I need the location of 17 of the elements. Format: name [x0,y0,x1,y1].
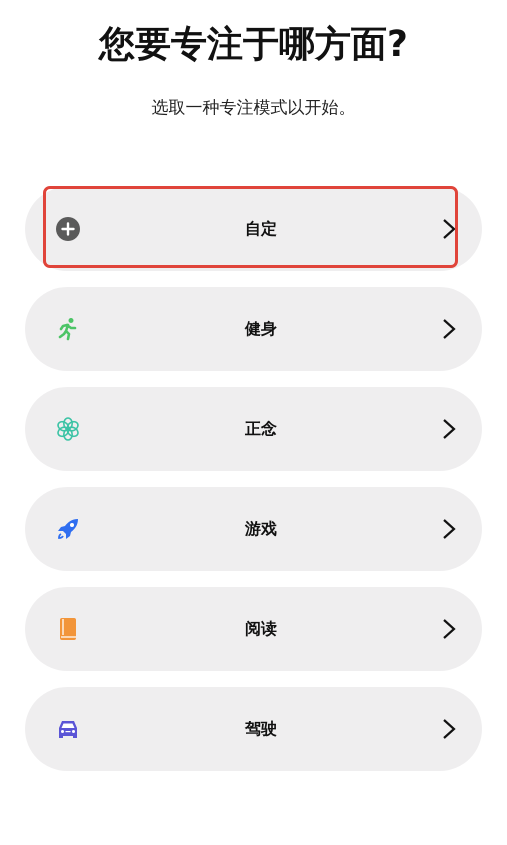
plus-icon [56,217,80,241]
focus-mode-item[interactable]: 自定 [25,187,482,271]
flower-icon [56,417,80,441]
focus-mode-item[interactable]: 游戏 [25,487,482,571]
chevron-icon [442,618,456,640]
chevron-icon [442,218,456,240]
page-subtitle: 选取一种专注模式以开始。 [152,97,356,120]
chevron-icon [442,718,456,740]
page-title: 您要专注于哪方面? [99,23,408,67]
rocket-icon [56,517,80,541]
focus-mode-item[interactable]: 正念 [25,387,482,471]
focus-mode-item[interactable]: 驾驶 [25,687,482,771]
chevron-icon [442,418,456,440]
chevron-icon [442,518,456,540]
chevron-icon [442,318,456,340]
focus-mode-item[interactable]: 健身 [25,287,482,371]
focus-mode-item[interactable]: 阅读 [25,587,482,671]
